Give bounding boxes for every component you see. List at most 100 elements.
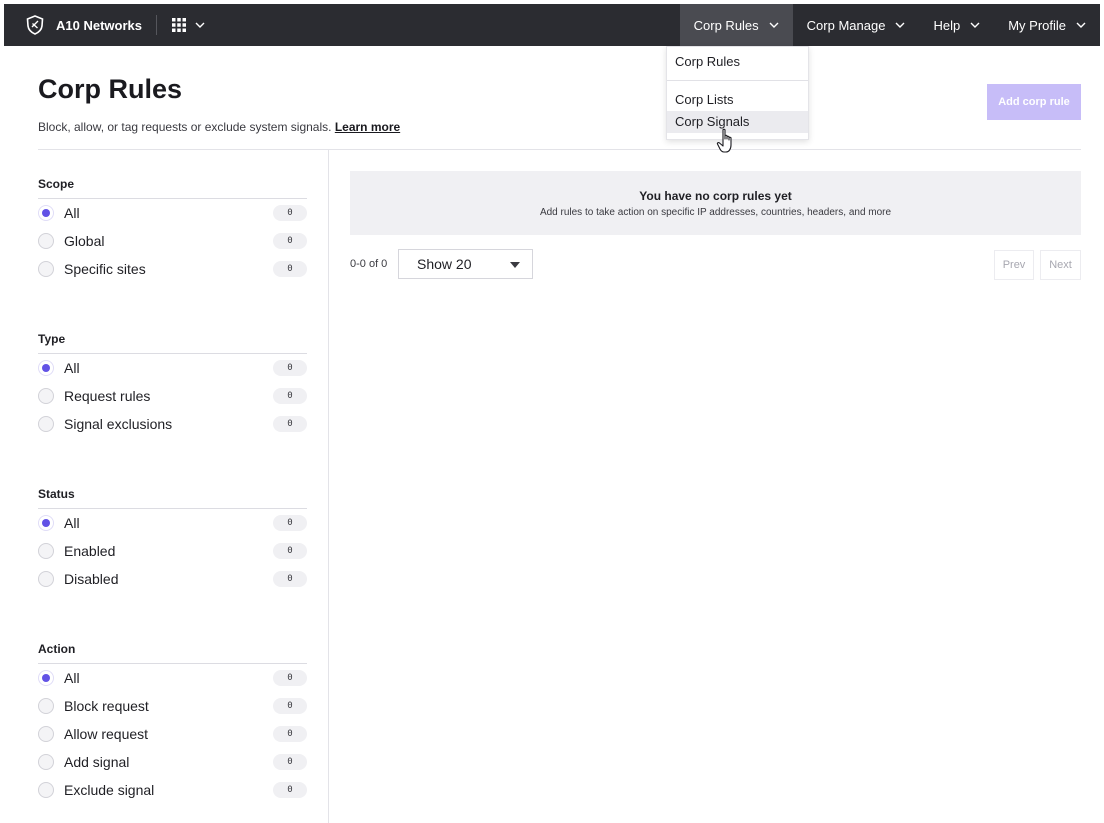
chevron-down-icon xyxy=(1076,22,1086,28)
count-badge: 0 xyxy=(273,515,307,531)
filter-option-label: Disabled xyxy=(64,571,119,587)
page-size-select[interactable]: Show 20 xyxy=(398,249,533,279)
radio-button[interactable] xyxy=(38,698,54,714)
filter-option-label: Add signal xyxy=(64,754,130,770)
shield-logo-icon xyxy=(26,15,44,35)
radio-button[interactable] xyxy=(38,360,54,376)
radio-button[interactable] xyxy=(38,388,54,404)
filter-group-action: Action All 0 Block request 0 Allow reque… xyxy=(38,642,307,804)
filter-option-label: Exclude signal xyxy=(64,782,155,798)
filter-group-title: Action xyxy=(38,642,307,664)
radio-button[interactable] xyxy=(38,571,54,587)
radio-button[interactable] xyxy=(38,754,54,770)
menu-item-corp-lists[interactable]: Corp Lists xyxy=(667,89,808,111)
filter-option-type-signal-exclusions[interactable]: Signal exclusions 0 xyxy=(38,410,307,438)
filter-option-label: Allow request xyxy=(64,726,149,742)
nav-item-label: Corp Rules xyxy=(693,17,759,33)
chevron-down-icon xyxy=(895,22,905,28)
nav-item-label: My Profile xyxy=(1008,17,1066,33)
hand-pointer-cursor-icon xyxy=(716,128,732,153)
app-switcher-button[interactable] xyxy=(171,4,205,46)
nav-item-corp-manage[interactable]: Corp Manage xyxy=(793,4,920,46)
filter-option-action-exclude-signal[interactable]: Exclude signal 0 xyxy=(38,776,307,804)
menu-item-corp-rules[interactable]: Corp Rules xyxy=(667,51,808,73)
filter-option-label: Global xyxy=(64,233,105,249)
filter-sidebar: Scope All 0 Global 0 Specific sites 0 Ty… xyxy=(38,150,329,823)
nav-item-corp-rules[interactable]: Corp Rules xyxy=(679,4,793,46)
filter-option-type-request-rules[interactable]: Request rules 0 xyxy=(38,382,307,410)
count-badge: 0 xyxy=(273,205,307,221)
empty-state-subtitle: Add rules to take action on specific IP … xyxy=(539,207,892,218)
nav-divider xyxy=(155,15,157,35)
page-description: Block, allow, or tag requests or exclude… xyxy=(38,120,400,134)
filter-option-action-all[interactable]: All 0 xyxy=(38,664,307,692)
count-badge: 0 xyxy=(273,726,307,742)
radio-button[interactable] xyxy=(38,261,54,277)
empty-state-title: You have no corp rules yet xyxy=(639,189,792,203)
count-badge: 0 xyxy=(273,670,307,686)
radio-button[interactable] xyxy=(38,416,54,432)
top-navigation-bar: A10 Networks Corp Rules Corp Manage Help… xyxy=(4,4,1100,46)
nav-item-label: Corp Manage xyxy=(806,17,886,33)
nav-item-my-profile[interactable]: My Profile xyxy=(994,4,1100,46)
filter-group-title: Scope xyxy=(38,177,307,199)
count-badge: 0 xyxy=(273,233,307,249)
radio-button[interactable] xyxy=(38,205,54,221)
nav-item-label: Help xyxy=(933,17,961,33)
radio-button[interactable] xyxy=(38,543,54,559)
filter-option-scope-all[interactable]: All 0 xyxy=(38,199,307,227)
page-size-value: Show 20 xyxy=(417,256,472,272)
radio-button[interactable] xyxy=(38,726,54,742)
menu-divider xyxy=(667,80,808,81)
page-description-text: Block, allow, or tag requests or exclude… xyxy=(38,120,332,134)
pagination-range: 0-0 of 0 xyxy=(350,258,388,270)
filter-option-action-add-signal[interactable]: Add signal 0 xyxy=(38,748,307,776)
count-badge: 0 xyxy=(273,388,307,404)
page-title: Corp Rules xyxy=(38,74,183,104)
radio-button[interactable] xyxy=(38,670,54,686)
filter-group-title: Type xyxy=(38,332,307,354)
filter-option-label: Block request xyxy=(64,698,149,714)
chevron-down-icon xyxy=(195,22,205,28)
radio-button[interactable] xyxy=(38,782,54,798)
radio-button[interactable] xyxy=(38,233,54,249)
count-badge: 0 xyxy=(273,698,307,714)
count-badge: 0 xyxy=(273,543,307,559)
filter-option-scope-specific-sites[interactable]: Specific sites 0 xyxy=(38,255,307,283)
filter-group-status: Status All 0 Enabled 0 Disabled 0 xyxy=(38,487,307,593)
filter-group-title: Status xyxy=(38,487,307,509)
filter-option-status-disabled[interactable]: Disabled 0 xyxy=(38,565,307,593)
filter-group-type: Type All 0 Request rules 0 Signal exclus… xyxy=(38,332,307,438)
filter-option-action-block-request[interactable]: Block request 0 xyxy=(38,692,307,720)
nav-item-help[interactable]: Help xyxy=(919,4,994,46)
next-page-button[interactable]: Next xyxy=(1040,250,1081,280)
filter-option-label: All xyxy=(64,515,80,531)
brand[interactable]: A10 Networks xyxy=(4,4,142,46)
nav-menu: Corp Rules Corp Manage Help My Profile xyxy=(679,4,1100,46)
radio-button[interactable] xyxy=(38,515,54,531)
brand-name: A10 Networks xyxy=(56,17,142,33)
filter-option-label: All xyxy=(64,670,80,686)
count-badge: 0 xyxy=(273,416,307,432)
learn-more-link[interactable]: Learn more xyxy=(335,120,400,134)
count-badge: 0 xyxy=(273,261,307,277)
filter-option-status-all[interactable]: All 0 xyxy=(38,509,307,537)
grid-icon xyxy=(171,18,186,32)
filter-option-label: All xyxy=(64,360,80,376)
filter-option-label: Specific sites xyxy=(64,261,146,277)
prev-page-button[interactable]: Prev xyxy=(994,250,1034,280)
chevron-down-icon xyxy=(769,22,779,28)
corp-rules-dropdown-menu: Corp Rules Corp Lists Corp Signals xyxy=(666,46,809,140)
filter-option-label: Enabled xyxy=(64,543,116,559)
add-corp-rule-button[interactable]: Add corp rule xyxy=(987,84,1081,120)
filter-option-type-all[interactable]: All 0 xyxy=(38,354,307,382)
count-badge: 0 xyxy=(273,360,307,376)
count-badge: 0 xyxy=(273,571,307,587)
filter-option-status-enabled[interactable]: Enabled 0 xyxy=(38,537,307,565)
filter-option-label: Signal exclusions xyxy=(64,416,173,432)
count-badge: 0 xyxy=(273,782,307,798)
filter-group-scope: Scope All 0 Global 0 Specific sites 0 xyxy=(38,177,307,283)
filter-option-action-allow-request[interactable]: Allow request 0 xyxy=(38,720,307,748)
filter-option-scope-global[interactable]: Global 0 xyxy=(38,227,307,255)
filter-option-label: Request rules xyxy=(64,388,151,404)
